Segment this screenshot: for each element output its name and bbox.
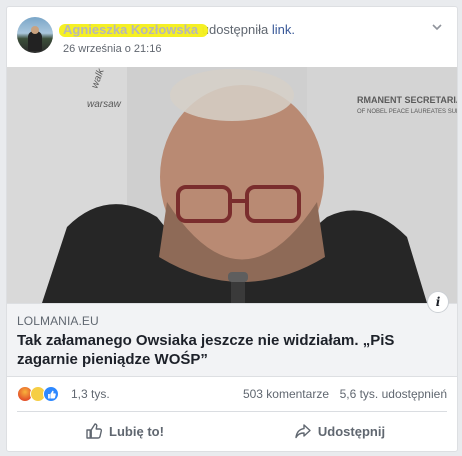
like-button[interactable]: Lubię to! [17,413,232,449]
link-headline[interactable]: Tak załamanego Owsiaka jeszcze nie widzi… [17,331,447,369]
svg-text:warsaw: warsaw [87,99,122,110]
post-header: Agnieszka Kozłowska udostępniła link. 26… [17,17,447,63]
svg-text:RMANENT SECRETARIAT: RMANENT SECRETARIAT [357,95,457,105]
reaction-icons[interactable] [17,386,67,402]
feed-post-card: Agnieszka Kozłowska udostępniła link. 26… [6,6,458,452]
share-button[interactable]: Udostępnij [232,413,447,449]
share-arrow-icon [294,422,312,440]
shares-count[interactable]: 5,6 tys. udostępnień [340,387,447,401]
author-avatar[interactable] [17,17,53,53]
link-source-domain: LOLMANIA.EU [17,314,99,328]
info-icon[interactable]: i [427,291,449,313]
share-button-label: Udostępnij [317,423,386,439]
post-timestamp[interactable]: 26 września o 21:16 [63,43,161,55]
avatar-figure [28,31,42,51]
author-line: Agnieszka Kozłowska udostępniła link. [59,22,295,37]
link-preview-box[interactable]: LOLMANIA.EU Tak załamanego Owsiaka jeszc… [7,303,457,377]
like-button-label: Lubię to! [109,423,164,439]
post-actions-bar: Lubię to! Udostępnij [17,413,447,449]
actions-divider [17,411,447,412]
chevron-down-icon[interactable] [429,19,445,35]
svg-text:OF NOBEL PEACE LAUREATES SUMMI: OF NOBEL PEACE LAUREATES SUMMITS [357,109,457,115]
like-reaction-icon [43,386,59,402]
avatar-head [31,26,39,34]
author-name-link[interactable]: Agnieszka Kozłowska [59,22,208,37]
thumbs-up-icon [85,422,103,440]
engagement-stats: 1,3 tys. 503 komentarze 5,6 tys. udostęp… [17,379,447,409]
shared-link-word[interactable]: link. [272,22,295,37]
link-preview-image[interactable]: RMANENT SECRETARIAT OF NOBEL PEACE LAURE… [7,67,457,303]
reactions-count[interactable]: 1,3 tys. [71,387,110,401]
shared-verb: udostępniła [201,22,269,37]
author-name-text: Agnieszka Kozłowska [63,22,199,37]
comments-count[interactable]: 503 komentarze [243,387,329,401]
